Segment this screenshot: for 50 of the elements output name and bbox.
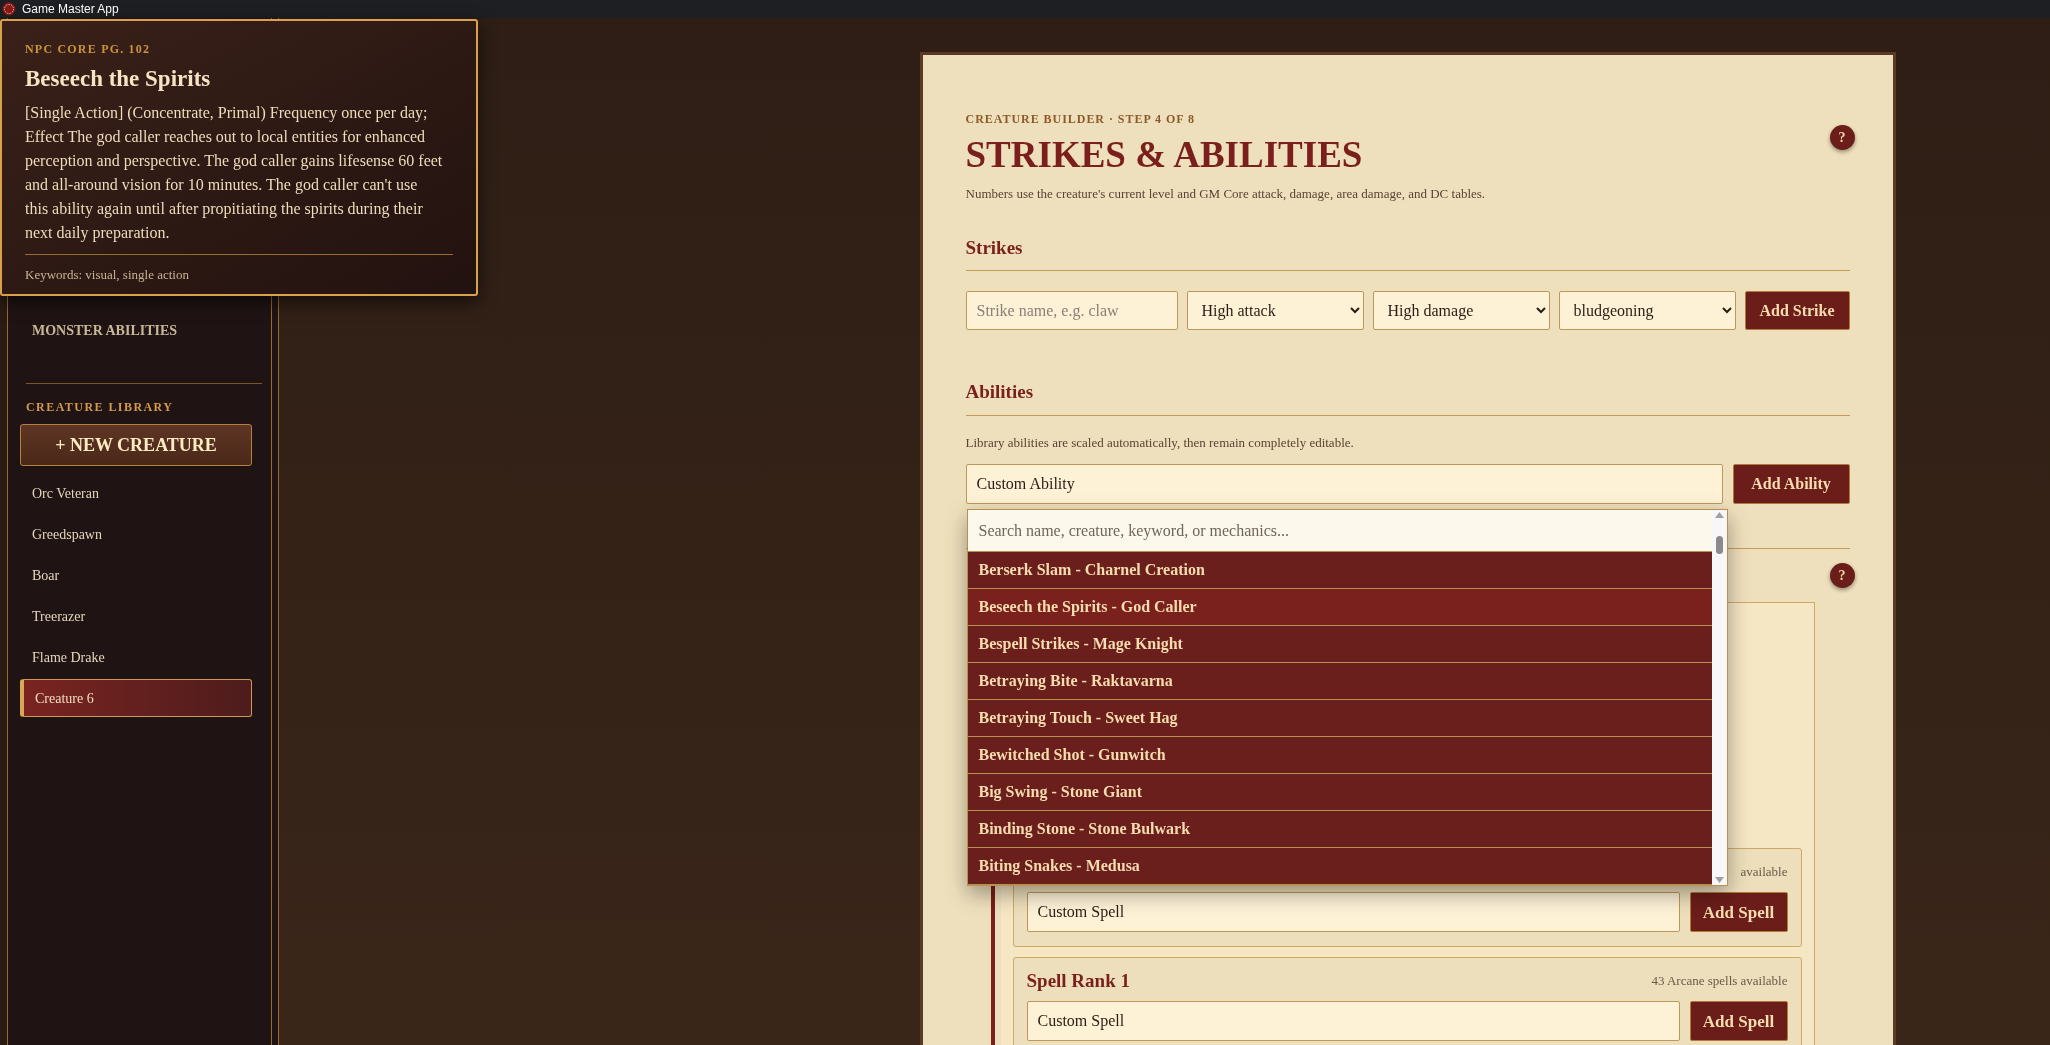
tooltip-keywords: Keywords: visual, single action <box>25 265 190 284</box>
creature-item[interactable]: Greedspawn <box>20 515 252 553</box>
spell-field[interactable]: Custom Spell <box>1026 892 1680 933</box>
creature-item[interactable]: Flame Drake <box>20 638 252 676</box>
ability-option[interactable]: Beseech the Spirits - God Caller <box>967 589 1712 627</box>
creature-item[interactable]: Boar <box>20 556 252 594</box>
ability-option[interactable]: Binding Stone - Stone Bulwark <box>967 811 1712 849</box>
help-button[interactable]: ? <box>1829 563 1855 589</box>
add-strike-button[interactable]: Add Strike <box>1744 291 1850 331</box>
scroll-down-icon[interactable] <box>1714 877 1724 884</box>
sidebar-section-label[interactable]: MONSTER ABILITIES <box>32 320 266 341</box>
ability-search-field[interactable]: Search name, creature, keyword, or mechanics... <box>967 510 1712 553</box>
ability-option[interactable]: Betraying Touch - Sweet Hag <box>967 700 1712 738</box>
tooltip-title: Beseech the Spirits <box>25 65 212 93</box>
app-logo-icon <box>2 2 16 16</box>
spell-availability: available <box>1740 863 1788 881</box>
ability-option[interactable]: Bespell Strikes - Mage Knight <box>967 626 1712 664</box>
page-title: STRIKES & ABILITIES <box>965 133 1364 177</box>
spell-availability: 43 Arcane spells available <box>1651 972 1788 990</box>
help-button[interactable]: ? <box>1829 125 1855 150</box>
strike-select[interactable]: bludgeoning <box>1558 291 1736 331</box>
ability-option[interactable]: Bewitched Shot - Gunwitch <box>967 737 1712 775</box>
step-label: CREATURE BUILDER · STEP 4 OF 8 <box>965 111 1196 128</box>
add-spell-button[interactable]: Add Spell <box>1689 892 1788 933</box>
ability-option[interactable]: Berserk Slam - Charnel Creation <box>967 552 1712 590</box>
ability-option[interactable]: Big Swing - Stone Giant <box>967 774 1712 812</box>
spell-rank-title: Spell Rank 1 <box>1026 968 1130 993</box>
ability-field[interactable]: Custom Ability <box>965 464 1723 505</box>
creature-item[interactable]: Orc Veteran <box>20 474 252 512</box>
tooltip-source: NPC CORE PG. 102 <box>25 41 152 58</box>
ability-option[interactable]: Betraying Bite - Raktavarna <box>967 663 1712 701</box>
creature-item[interactable]: Creature 6 <box>20 679 252 717</box>
window-title: Game Master App <box>22 1 119 18</box>
add-spell-button[interactable]: Add Spell <box>1689 1001 1788 1042</box>
strike-select[interactable]: High damage <box>1372 291 1550 331</box>
creature-item[interactable]: Treerazer <box>20 597 252 635</box>
add-ability-button[interactable]: Add Ability <box>1732 464 1850 505</box>
new-creature-button[interactable]: + NEW CREATURE <box>20 424 252 466</box>
section-heading: Strikes <box>965 235 1024 260</box>
section-heading: Abilities <box>965 380 1035 405</box>
page-subtitle: Numbers use the creature's current level and GM Core attack, damage, area damage, and DC tables. <box>965 185 1486 204</box>
abilities-note: Library abilities are scaled automatically, then remain completely editable. <box>965 433 1355 452</box>
spell-field[interactable]: Custom Spell <box>1026 1001 1680 1042</box>
ability-option[interactable]: Biting Snakes - Medusa <box>967 848 1712 886</box>
strike-name-field[interactable]: Strike name, e.g. claw <box>965 291 1178 331</box>
tooltip-description: [Single Action] (Concentrate, Primal) Frequency once per day; Effect The god caller reaches out to local entities for enhanced perception and perspective. The god caller gains lifesense 60 feet and all-around vision for 10 minutes. The god caller can't use this ability again until after propitiating the spirits during their next daily preparation. <box>25 102 444 244</box>
scrollbar-thumb[interactable] <box>1715 536 1723 555</box>
scroll-up-icon[interactable] <box>1714 512 1724 519</box>
strike-select[interactable]: High attack <box>1186 291 1364 331</box>
library-label: CREATURE LIBRARY <box>26 399 175 416</box>
